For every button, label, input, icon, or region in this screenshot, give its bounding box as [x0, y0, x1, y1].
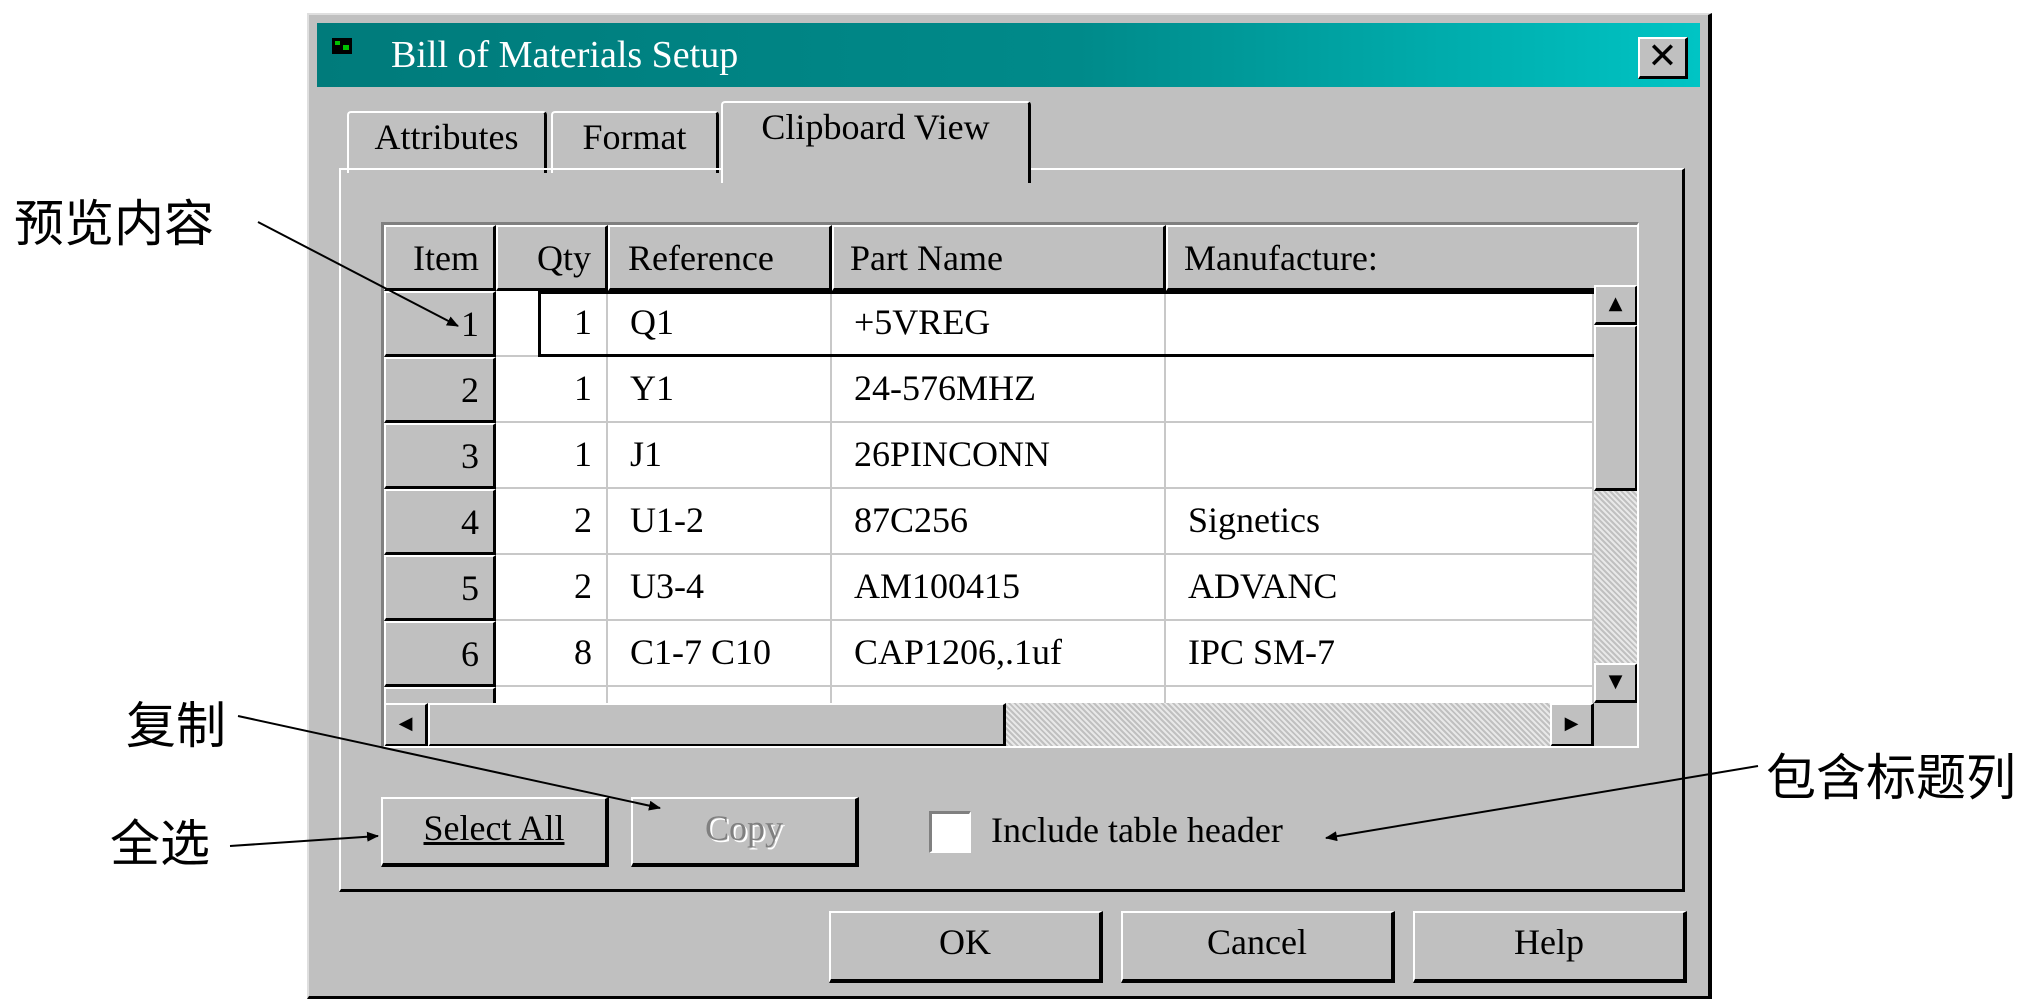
arrow-select-all	[229, 831, 379, 847]
arrow-include-header	[1325, 765, 1759, 842]
arrow-preview	[257, 221, 459, 327]
tab-clipboard-view[interactable]: Clipboard View	[721, 101, 1031, 183]
arrow-copy	[237, 715, 661, 811]
